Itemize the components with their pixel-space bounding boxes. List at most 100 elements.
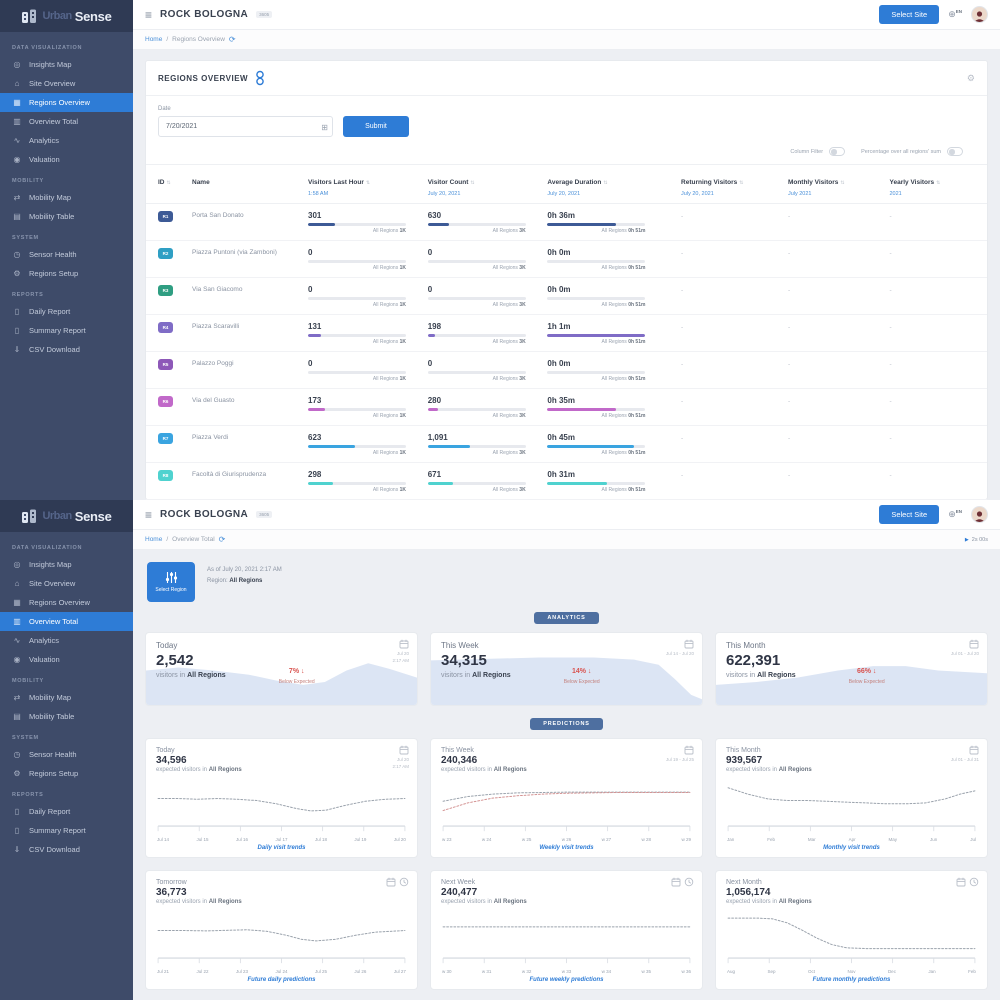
clock-icon[interactable]: [399, 877, 409, 887]
table-row[interactable]: R2Piazza Puntoni (via Zamboni)0All Regio…: [146, 241, 987, 278]
sidebar-item-regions-setup[interactable]: ⚙Regions Setup: [0, 764, 133, 783]
table-row[interactable]: R5Palazzo Poggi0All Regions 1K0All Regio…: [146, 352, 987, 389]
sidebar-item-summary-report[interactable]: ▯Summary Report: [0, 321, 133, 340]
calendar-icon[interactable]: [399, 639, 409, 649]
sidebar-item-site-overview[interactable]: ⌂Site Overview: [0, 74, 133, 93]
menu-icon[interactable]: ≡: [145, 8, 152, 22]
sidebar-item-mobility-table[interactable]: ▤Mobility Table: [0, 207, 133, 226]
select-region-button[interactable]: Select Region: [147, 562, 195, 602]
column-header[interactable]: Yearly Visitors⇅2021: [889, 171, 975, 197]
select-site-button[interactable]: Select Site: [879, 505, 939, 524]
returning-visitors-value: -: [681, 211, 788, 220]
column-header-label: ID: [158, 179, 165, 186]
clock-icon[interactable]: [969, 877, 979, 887]
select-site-button[interactable]: Select Site: [879, 5, 939, 24]
sidebar-item-sensor-health[interactable]: ◷Sensor Health: [0, 745, 133, 764]
language-globe-icon[interactable]: ⊕EN: [948, 9, 962, 20]
columns-icon: ▥: [12, 117, 22, 126]
chart-footer-link[interactable]: Future daily predictions: [156, 977, 407, 983]
sidebar-item-site-overview[interactable]: ⌂Site Overview: [0, 574, 133, 593]
document-icon: ▯: [12, 307, 22, 316]
sort-icon[interactable]: ⇅: [366, 180, 370, 186]
sidebar-item-valuation[interactable]: ◉Valuation: [0, 150, 133, 169]
chart-footer-link[interactable]: Monthly visit trends: [726, 845, 977, 851]
sidebar-item-sensor-health[interactable]: ◷Sensor Health: [0, 245, 133, 264]
avatar[interactable]: [971, 6, 988, 23]
sort-icon[interactable]: ⇅: [603, 180, 607, 186]
calendar-icon[interactable]: ⊞: [321, 123, 328, 132]
sidebar-item-valuation[interactable]: ◉Valuation: [0, 650, 133, 669]
visitors-last-hour-all-regions: All Regions 1K: [308, 487, 406, 493]
sidebar-item-daily-report[interactable]: ▯Daily Report: [0, 302, 133, 321]
sidebar-item-overview-total[interactable]: ▥Overview Total: [0, 112, 133, 131]
percentage-toggle[interactable]: [947, 147, 963, 156]
sort-icon[interactable]: ⇅: [936, 180, 940, 186]
column-header[interactable]: Visitor Count⇅July 20, 2021: [428, 171, 548, 197]
sort-icon[interactable]: ⇅: [167, 180, 171, 186]
sort-icon[interactable]: ⇅: [840, 180, 844, 186]
sidebar-item-insights-map[interactable]: ◎Insights Map: [0, 55, 133, 74]
calendar-icon[interactable]: [684, 745, 694, 755]
column-header[interactable]: Name: [192, 171, 308, 189]
returning-visitors-value: -: [681, 433, 788, 442]
sidebar-item-insights-map[interactable]: ◎Insights Map: [0, 555, 133, 574]
sidebar-item-analytics[interactable]: ∿Analytics: [0, 631, 133, 650]
sidebar-item-mobility-table[interactable]: ▤Mobility Table: [0, 707, 133, 726]
avatar[interactable]: [971, 506, 988, 523]
app-logo[interactable]: UrbanSense: [0, 0, 133, 32]
visitor-count-all-regions: All Regions 3K: [428, 450, 526, 456]
table-row[interactable]: R4Piazza Scaravilli131All Regions 1K198A…: [146, 315, 987, 352]
sidebar-item-regions-overview[interactable]: ▦Regions Overview: [0, 593, 133, 612]
sidebar-item-csv-download[interactable]: ⇓CSV Download: [0, 840, 133, 859]
calendar-icon[interactable]: [399, 745, 409, 755]
table-row[interactable]: R1Porta San Donato301All Regions 1K630Al…: [146, 204, 987, 241]
app-logo[interactable]: UrbanSense: [0, 500, 133, 532]
sidebar-item-analytics[interactable]: ∿Analytics: [0, 131, 133, 150]
calendar-icon[interactable]: [969, 639, 979, 649]
language-globe-icon[interactable]: ⊕EN: [948, 509, 962, 520]
sort-icon[interactable]: ⇅: [470, 180, 474, 186]
sidebar-item-regions-overview[interactable]: ▦Regions Overview: [0, 93, 133, 112]
sort-icon[interactable]: ⇅: [739, 180, 743, 186]
date-input[interactable]: [158, 116, 333, 137]
column-filter-toggle[interactable]: [829, 147, 845, 156]
chart-footer-link[interactable]: Future weekly predictions: [441, 977, 692, 983]
grid-icon: ▦: [12, 98, 22, 107]
column-header[interactable]: Visitors Last Hour⇅1:58 AM: [308, 171, 428, 197]
breadcrumb-home-link[interactable]: Home: [145, 36, 162, 43]
auto-refresh-timer[interactable]: ▶ 2s 00s: [965, 537, 988, 543]
refresh-icon[interactable]: ⟳: [229, 35, 236, 44]
prediction-card-value: 240,346: [441, 755, 692, 766]
sidebar-item-regions-setup[interactable]: ⚙Regions Setup: [0, 264, 133, 283]
calendar-icon[interactable]: [671, 877, 681, 887]
column-header[interactable]: ID⇅: [158, 171, 192, 189]
home-icon: ⌂: [12, 579, 22, 588]
chart-footer-link[interactable]: Future monthly predictions: [726, 977, 977, 983]
calendar-icon[interactable]: [684, 639, 694, 649]
table-row[interactable]: R3Via San Giacomo0All Regions 1K0All Reg…: [146, 278, 987, 315]
sidebar-item-csv-download[interactable]: ⇓CSV Download: [0, 340, 133, 359]
chart-footer-link[interactable]: Weekly visit trends: [441, 845, 692, 851]
sidebar-item-mobility-map[interactable]: ⇄Mobility Map: [0, 188, 133, 207]
sidebar-item-mobility-map[interactable]: ⇄Mobility Map: [0, 688, 133, 707]
column-header[interactable]: Average Duration⇅July 20, 2021: [547, 171, 681, 197]
sidebar-item-overview-total[interactable]: ▥Overview Total: [0, 612, 133, 631]
sidebar-item-summary-report[interactable]: ▯Summary Report: [0, 821, 133, 840]
sidebar-item-daily-report[interactable]: ▯Daily Report: [0, 802, 133, 821]
calendar-icon[interactable]: [956, 877, 966, 887]
table-row[interactable]: R8Facoltà di Giurisprudenza298All Region…: [146, 463, 987, 500]
gear-icon[interactable]: ⚙: [967, 73, 975, 84]
map-marker-icon: ◎: [12, 60, 22, 69]
menu-icon[interactable]: ≡: [145, 508, 152, 522]
table-row[interactable]: R6Via del Guasto173All Regions 1K280All …: [146, 389, 987, 426]
chart-footer-link[interactable]: Daily visit trends: [156, 845, 407, 851]
column-header[interactable]: Monthly Visitors⇅July 2021: [788, 171, 890, 197]
breadcrumb-home-link[interactable]: Home: [145, 536, 162, 543]
submit-button[interactable]: Submit: [343, 116, 409, 137]
clock-icon[interactable]: [684, 877, 694, 887]
calendar-icon[interactable]: [386, 877, 396, 887]
refresh-icon[interactable]: ⟳: [219, 535, 226, 544]
calendar-icon[interactable]: [969, 745, 979, 755]
column-header[interactable]: Returning Visitors⇅July 20, 2021: [681, 171, 788, 197]
table-row[interactable]: R7Piazza Verdi623All Regions 1K1,091All …: [146, 426, 987, 463]
